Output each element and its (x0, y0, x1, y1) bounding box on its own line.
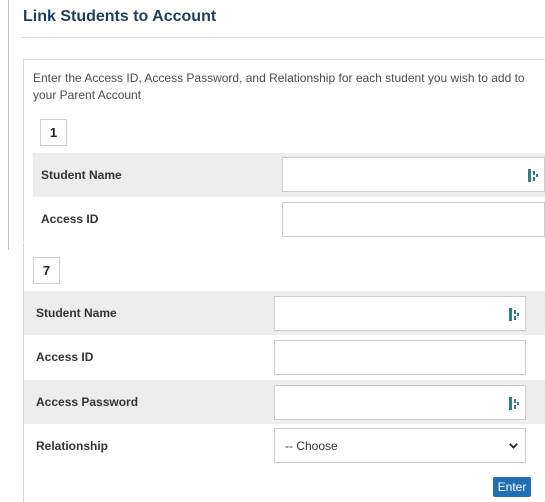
enter-button[interactable]: Enter (493, 477, 531, 497)
page-title: Link Students to Account (23, 8, 217, 25)
relationship-label: Relationship (36, 439, 109, 453)
title-divider (21, 37, 545, 38)
relationship-select[interactable]: -- Choose (274, 428, 526, 463)
student-number-badge: 1 (40, 119, 67, 146)
student-name-input[interactable] (274, 296, 526, 331)
chevron-down-icon (509, 442, 518, 449)
access-id-input[interactable] (282, 202, 545, 237)
access-id-input[interactable] (274, 340, 526, 375)
access-id-label: Access ID (41, 212, 99, 226)
password-manager-icon[interactable] (509, 397, 519, 410)
access-id-label: Access ID (36, 350, 94, 364)
access-password-input[interactable] (274, 385, 526, 420)
password-manager-icon[interactable] (528, 169, 538, 182)
password-manager-icon[interactable] (509, 308, 519, 321)
student-number-badge: 7 (33, 257, 60, 284)
instructions-text: Enter the Access ID, Access Password, an… (33, 71, 525, 102)
student-name-input[interactable] (282, 157, 545, 192)
left-border (8, 0, 9, 250)
relationship-selected-value: -- Choose (285, 438, 338, 453)
student-name-label: Student Name (36, 306, 117, 320)
access-password-label: Access Password (36, 395, 139, 409)
student-name-label: Student Name (41, 168, 122, 182)
